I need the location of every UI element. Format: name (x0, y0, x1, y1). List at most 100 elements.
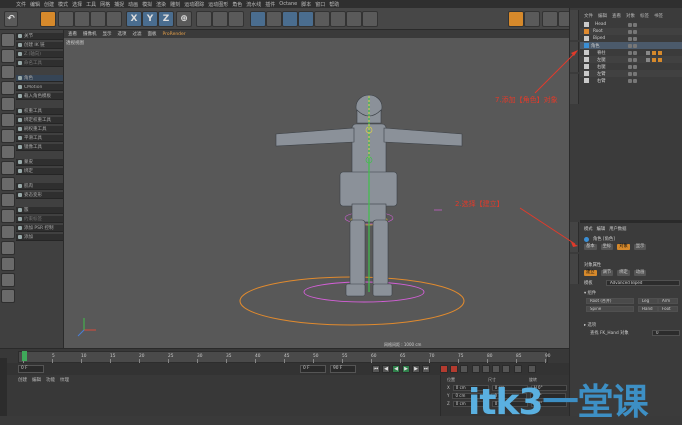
object-row[interactable]: 脊柱 (580, 49, 682, 56)
left-tool-button[interactable] (1, 33, 15, 47)
param-key-button[interactable] (502, 365, 510, 373)
menubar-item[interactable]: 选择 (72, 1, 82, 8)
subdivision-button[interactable] (282, 11, 298, 27)
left-tool-button[interactable] (1, 145, 15, 159)
record-button[interactable] (440, 365, 448, 373)
current-frame-field[interactable]: 0 F (18, 365, 44, 373)
menubar-item[interactable]: 运动图形 (208, 1, 228, 8)
menubar-item[interactable]: 网格 (100, 1, 110, 8)
left-tool-button[interactable] (1, 193, 15, 207)
prev-key-button[interactable]: ◀ (382, 365, 390, 373)
character-menu-item[interactable]: 绑定权重工具 (16, 117, 63, 124)
interpolation-button[interactable] (528, 365, 536, 373)
object-row[interactable]: Head (580, 21, 682, 28)
visibility-dot[interactable] (628, 43, 632, 48)
start-frame-field[interactable]: 0 F (300, 365, 326, 373)
object-manager-tab[interactable]: 文件 (584, 13, 593, 19)
object-visibility-flags[interactable] (628, 22, 637, 27)
menubar-item[interactable]: 创建 (44, 1, 54, 8)
object-visibility-flags[interactable] (628, 50, 637, 55)
character-menu-item[interactable]: 绑定 (16, 168, 63, 175)
visibility-dot[interactable] (628, 29, 632, 34)
axis-x-button[interactable]: X (126, 11, 142, 27)
character-menu-item[interactable]: 约束标签 (16, 216, 63, 223)
play-forward-button[interactable]: ▶ (402, 365, 410, 373)
object-visibility-flags[interactable] (628, 57, 637, 62)
visibility-dot[interactable] (633, 78, 637, 83)
character-menu-item[interactable]: Z.(轴向) (16, 51, 63, 58)
character-menu-item[interactable]: 镜像工具 (16, 144, 63, 151)
character-menu-item[interactable]: 添加 (16, 234, 63, 241)
attributes-menu-item[interactable]: 用户数据 (609, 226, 626, 232)
material-menu-item[interactable]: 功能 (46, 377, 55, 383)
object-visibility-flags[interactable] (628, 36, 637, 41)
character-menu-item[interactable]: 权重工具 (16, 108, 63, 115)
visibility-dot[interactable] (628, 64, 632, 69)
visibility-dot[interactable] (633, 29, 637, 34)
object-visibility-flags[interactable] (628, 71, 637, 76)
left-tool-button[interactable] (1, 273, 15, 287)
object-visibility-flags[interactable] (628, 64, 637, 69)
left-tool-button[interactable] (1, 129, 15, 143)
rotate-tool-button[interactable] (90, 11, 106, 27)
left-tool-button[interactable] (1, 65, 15, 79)
menubar-item[interactable]: 渲染 (156, 1, 166, 8)
menubar-item[interactable]: 工具 (86, 1, 96, 8)
light-button[interactable] (362, 11, 378, 27)
character-menu-item[interactable]: 簇 (16, 207, 63, 214)
material-menu-item[interactable]: 纹理 (60, 377, 69, 383)
object-manager-tab[interactable]: 书签 (654, 13, 663, 19)
panel-separator[interactable] (580, 220, 682, 223)
material-menu-item[interactable]: 编辑 (32, 377, 41, 383)
visibility-dot[interactable] (628, 57, 632, 62)
snap-button[interactable] (508, 11, 524, 27)
menubar-item[interactable]: 动画 (128, 1, 138, 8)
timeline-ruler[interactable]: 051015202530354045505560657075808590 (18, 351, 550, 363)
visibility-dot[interactable] (628, 22, 632, 27)
play-backward-button[interactable]: ◀ (392, 365, 400, 373)
character-menu-item[interactable]: 平滑工具 (16, 135, 63, 142)
object-manager-tab[interactable]: 查看 (612, 13, 621, 19)
character-menu-item[interactable]: 肌肉 (16, 183, 63, 190)
object-visibility-flags[interactable] (628, 78, 637, 83)
attributes-sub-tab[interactable]: 显示 (633, 244, 647, 250)
left-tool-button[interactable] (1, 241, 15, 255)
workplane-button[interactable] (524, 11, 540, 27)
object-row[interactable]: 角色 (580, 42, 682, 49)
component-button[interactable]: Spine (586, 306, 634, 312)
visibility-dot[interactable] (633, 57, 637, 62)
character-menu-item[interactable]: 蒙皮 (16, 159, 63, 166)
visibility-dot[interactable] (628, 50, 632, 55)
component-button[interactable]: Root (合并) (586, 298, 634, 304)
attributes-sub-tab[interactable]: 基本 (584, 244, 597, 250)
character-mode-tab[interactable]: 调节 (600, 270, 614, 276)
object-row[interactable]: 左臂 (580, 70, 682, 77)
object-manager-tab[interactable]: 编辑 (598, 13, 607, 19)
live-select-button[interactable] (40, 11, 56, 27)
visibility-dot[interactable] (628, 71, 632, 76)
menubar-item[interactable]: 流水线 (246, 1, 261, 8)
attributes-vertical-tab[interactable] (570, 222, 579, 252)
menubar-item[interactable]: 运动跟踪 (184, 1, 204, 8)
render-picture-viewer-button[interactable] (212, 11, 228, 27)
left-tool-button[interactable] (1, 81, 15, 95)
floor-button[interactable] (330, 11, 346, 27)
components-header[interactable]: ▾ 组件 (584, 290, 596, 296)
menubar-item[interactable]: 角色 (232, 1, 242, 8)
object-row[interactable]: 左腿 (580, 56, 682, 63)
camera-button[interactable] (346, 11, 362, 27)
character-menu-item[interactable]: 关节 (16, 33, 63, 40)
object-manager-tab[interactable]: 标签 (640, 13, 649, 19)
rotation-key-button[interactable] (492, 365, 500, 373)
character-menu-item[interactable]: 创建 IK 链 (16, 42, 63, 49)
render-view-button[interactable] (196, 11, 212, 27)
menubar-item[interactable]: 插件 (265, 1, 275, 8)
character-menu-item[interactable]: 载入角色模板 (16, 93, 63, 100)
menubar-item[interactable]: 雕刻 (170, 1, 180, 8)
undo-button[interactable]: ↶ (4, 11, 18, 27)
pen-button[interactable] (266, 11, 282, 27)
scale-tool-button[interactable] (74, 11, 90, 27)
character-menu-item[interactable]: 刷权重工具 (16, 126, 63, 133)
left-tool-button[interactable] (1, 97, 15, 111)
cube-button[interactable] (250, 11, 266, 27)
